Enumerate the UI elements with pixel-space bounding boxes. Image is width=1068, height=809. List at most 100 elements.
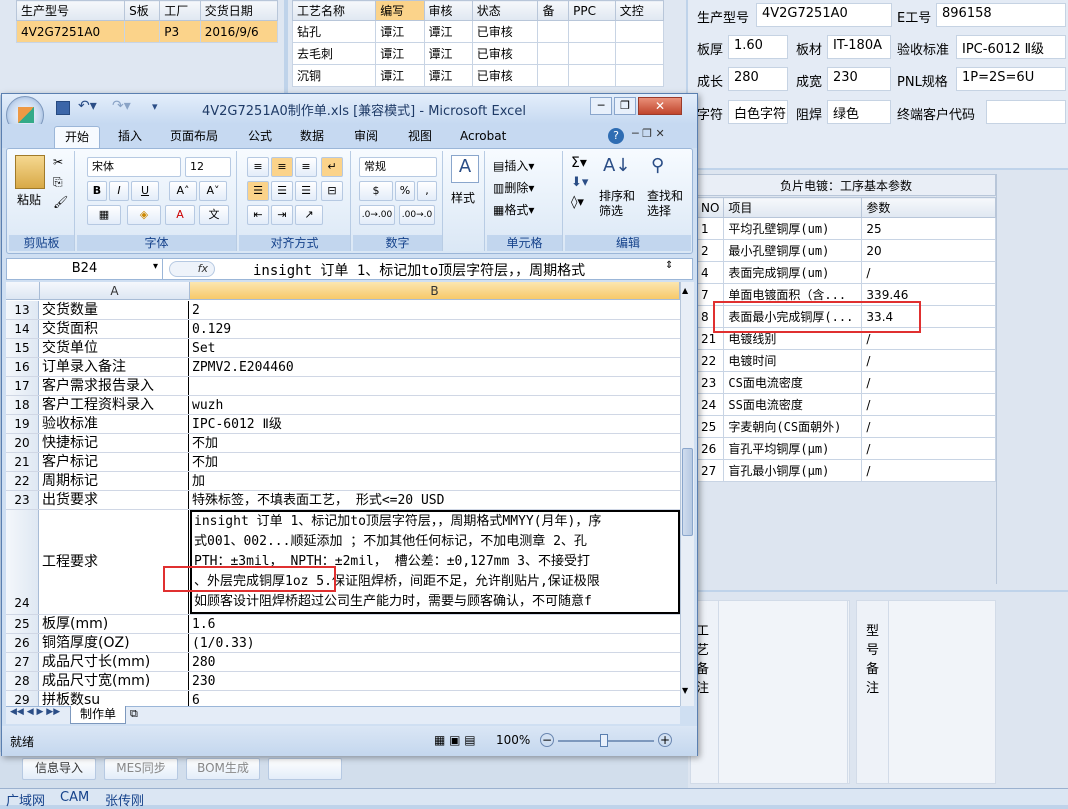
col-header[interactable]: S板 [124, 0, 161, 21]
align-left-icon[interactable]: ☰ [247, 181, 269, 201]
standard-field[interactable]: IPC-6012 Ⅱ级 [956, 35, 1066, 59]
customize-qat-icon[interactable]: ▾ [152, 100, 158, 113]
tab-formulas[interactable]: 公式 [238, 126, 282, 148]
help-icon[interactable]: ? [608, 128, 624, 144]
cell-a[interactable]: 拼板数su [40, 691, 189, 706]
cell-b[interactable]: 280 [190, 653, 680, 671]
param-row[interactable]: 22 电镀时间 / [695, 349, 996, 372]
row-number[interactable]: 27 [6, 653, 39, 671]
font-name-select[interactable]: 宋体 [87, 157, 181, 177]
model-remark-field[interactable] [888, 600, 996, 784]
cell-a[interactable]: 成品尺寸长(mm) [40, 653, 189, 671]
restore-button[interactable]: ❐ [614, 97, 636, 115]
cell-a[interactable]: 客户需求报告录入 [40, 377, 189, 395]
length-field[interactable]: 280 [728, 67, 788, 91]
param-row[interactable]: 27 盲孔最小铜厚(μm) / [695, 459, 996, 482]
new-sheet-icon[interactable]: ⧉ [130, 707, 138, 721]
row-number[interactable]: 14 [6, 320, 39, 338]
sheet-row[interactable]: 13 交货数量 2 [6, 301, 680, 320]
cell-b[interactable]: 1.6 [190, 615, 680, 633]
cell-a[interactable]: 铜箔厚度(OZ) [40, 634, 189, 652]
param-row[interactable]: 24 SS面电流密度 / [695, 393, 996, 416]
col-header[interactable]: 项目 [723, 197, 863, 218]
cell-b[interactable]: (1/0.33) [190, 634, 680, 652]
cell-a[interactable]: 出货要求 [40, 491, 189, 509]
param-row[interactable]: 25 字麦朝向(CS面朝外) / [695, 415, 996, 438]
table-row[interactable]: 去毛刺 谭江 谭江 已审核 [291, 42, 665, 65]
cell-b[interactable]: wuzh [190, 396, 680, 414]
row-number[interactable]: 13 [6, 301, 39, 319]
row-number[interactable]: 24 [6, 510, 39, 614]
insert-button[interactable]: ▤插入▾ [493, 157, 534, 174]
merge-icon[interactable]: ⊟ [321, 181, 343, 201]
minimize-button[interactable]: ─ [590, 97, 612, 115]
col-header[interactable]: 审核 [423, 0, 473, 21]
fill-color-icon[interactable]: ◈ [127, 205, 161, 225]
thickness-field[interactable]: 1.60 [728, 35, 788, 59]
align-right-icon[interactable]: ☰ [295, 181, 317, 201]
info-import-button[interactable]: 信息导入 [22, 758, 96, 780]
cell-b[interactable]: ZPMV2.E204460 [190, 358, 680, 376]
orientation-icon[interactable]: ↗ [295, 205, 323, 225]
e-no-field[interactable]: 896158 [936, 3, 1066, 27]
cell-a[interactable]: 客户标记 [40, 453, 189, 471]
sheet-row[interactable]: 19 验收标准 IPC-6012 Ⅱ级 [6, 415, 680, 434]
increase-indent-icon[interactable]: ⇥ [271, 205, 293, 225]
row-number[interactable]: 21 [6, 453, 39, 471]
cell-a[interactable]: 客户工程资料录入 [40, 396, 189, 414]
col-header[interactable]: PPC [568, 0, 616, 21]
pnl-field[interactable]: 1P=2S=6U [956, 67, 1066, 91]
zoom-out-icon[interactable]: − [540, 733, 554, 747]
align-center-icon[interactable]: ☰ [271, 181, 293, 201]
zoom-slider-thumb[interactable] [600, 734, 608, 747]
tab-view[interactable]: 视图 [398, 126, 442, 148]
blank-button[interactable] [268, 758, 342, 780]
mes-sync-button[interactable]: MES同步 [104, 758, 178, 780]
cell-a[interactable]: 交货面积 [40, 320, 189, 338]
sheet-nav-icon[interactable]: ◀◀ ◀ ▶ ▶▶ [10, 707, 60, 717]
cell-b[interactable]: 6 [190, 691, 680, 706]
align-bottom-icon[interactable]: ≡ [295, 157, 317, 177]
clear-icon[interactable]: ◊▾ [571, 195, 584, 210]
column-header-b[interactable]: B [190, 282, 680, 300]
prod-model-field[interactable]: 4V2G7251A0 [756, 3, 892, 27]
sheet-row[interactable]: 23 出货要求 特殊标签，不填表面工艺， 形式<=20 USD [6, 491, 680, 510]
table-row[interactable]: 4V2G7251A0 P3 2016/9/6 [15, 20, 279, 43]
cell-b[interactable]: 230 [190, 672, 680, 690]
table-row[interactable]: 钻孔 谭江 谭江 已审核 [291, 20, 665, 43]
cell-b[interactable]: 0.129 [190, 320, 680, 338]
col-header[interactable]: NO [695, 197, 725, 218]
table-row[interactable]: 沉铜 谭江 谭江 已审核 [291, 64, 665, 87]
cell-a[interactable]: 订单录入备注 [40, 358, 189, 376]
sheet-row[interactable]: 22 周期标记加 [6, 472, 680, 491]
align-top-icon[interactable]: ≡ [247, 157, 269, 177]
cell-b[interactable]: 不加 [190, 434, 680, 452]
cell-b[interactable]: 2 [190, 301, 680, 319]
param-row[interactable]: 26 盲孔平均铜厚(μm) / [695, 437, 996, 460]
format-painter-icon[interactable]: 🖌 [53, 195, 68, 209]
find-select-icon[interactable]: ⚲ [651, 155, 664, 176]
align-middle-icon[interactable]: ≡ [271, 157, 293, 177]
taskbar-item[interactable]: CAM [60, 790, 89, 805]
border-icon[interactable]: ▦ [87, 205, 121, 225]
craft-remark-field[interactable] [718, 600, 848, 784]
scroll-down-icon[interactable]: ▼ [682, 686, 693, 696]
sheet-row[interactable]: 20 快捷标记 不加 [6, 434, 680, 453]
italic-icon[interactable]: I [109, 181, 129, 201]
cell-b[interactable]: IPC-6012 Ⅱ级 [190, 415, 680, 433]
sort-filter-icon[interactable]: A↓ [603, 155, 630, 176]
decrease-indent-icon[interactable]: ⇤ [247, 205, 269, 225]
font-color-icon[interactable]: A [165, 205, 195, 225]
sort-filter-button[interactable]: 排序和筛选 [599, 189, 639, 219]
cell-a[interactable]: 周期标记 [40, 472, 189, 490]
row-number[interactable]: 16 [6, 358, 39, 376]
save-icon[interactable] [56, 101, 70, 115]
select-all-corner[interactable] [6, 282, 40, 300]
col-header[interactable]: 文控 [614, 0, 665, 21]
sheet-row[interactable]: 28 成品尺寸宽(mm) 230 [6, 672, 680, 691]
copy-icon[interactable]: ⎘ [53, 175, 63, 190]
close-button[interactable]: ✕ [638, 97, 682, 115]
width-field[interactable]: 230 [827, 67, 891, 91]
number-format-select[interactable]: 常规 [359, 157, 437, 177]
cell-a[interactable]: 快捷标记 [40, 434, 189, 452]
